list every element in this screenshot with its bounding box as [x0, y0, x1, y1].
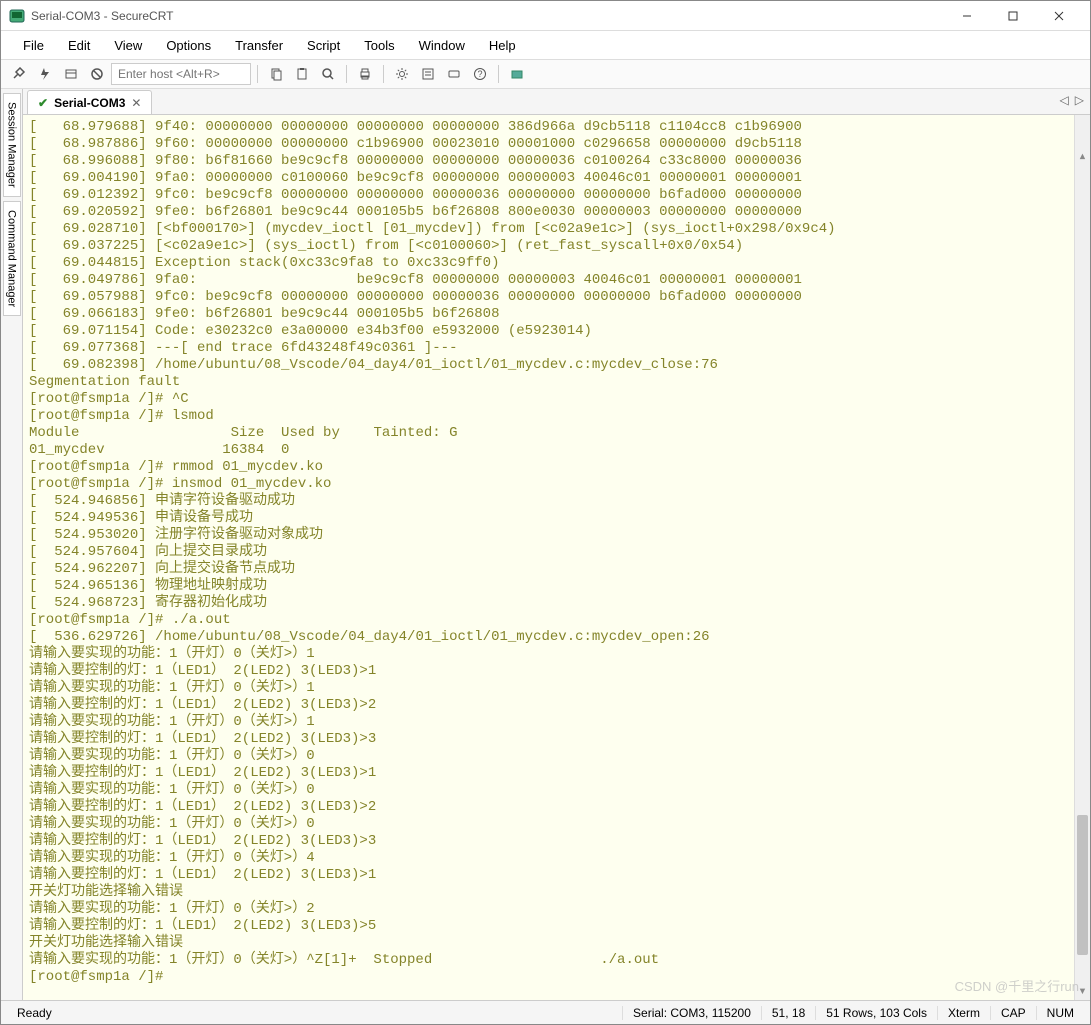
maximize-button[interactable] [990, 1, 1036, 31]
minimize-button[interactable] [944, 1, 990, 31]
keymap-icon[interactable] [442, 62, 466, 86]
window-title: Serial-COM3 - SecureCRT [31, 9, 944, 23]
tab-bar: ✔ Serial-COM3 ✕ ◁ ▷ [23, 89, 1090, 115]
status-dims: 51 Rows, 103 Cols [816, 1006, 938, 1020]
scroll-down-icon[interactable]: ▾ [1075, 984, 1090, 1000]
settings-icon[interactable] [390, 62, 414, 86]
check-icon: ✔ [38, 96, 48, 110]
toolbar-separator [257, 65, 258, 83]
status-ready: Ready [7, 1006, 623, 1020]
status-pos: 51, 18 [762, 1006, 816, 1020]
menu-options[interactable]: Options [156, 34, 221, 57]
status-emu: Xterm [938, 1006, 991, 1020]
close-tab-icon[interactable]: ✕ [131, 96, 141, 110]
session-manager-tab[interactable]: Session Manager [3, 93, 21, 197]
terminal-content: [ 68.979688] 9f40: 00000000 00000000 000… [29, 119, 1084, 986]
scroll-thumb[interactable] [1077, 815, 1088, 955]
host-input[interactable] [111, 63, 251, 85]
menu-help[interactable]: Help [479, 34, 526, 57]
menu-window[interactable]: Window [409, 34, 475, 57]
scroll-up-icon[interactable]: ▴ [1075, 149, 1090, 165]
connect-icon[interactable] [7, 62, 31, 86]
terminal[interactable]: [ 68.979688] 9f40: 00000000 00000000 000… [23, 115, 1090, 1000]
app-window: Serial-COM3 - SecureCRT File Edit View O… [0, 0, 1091, 1025]
properties-icon[interactable] [416, 62, 440, 86]
menu-edit[interactable]: Edit [58, 34, 100, 57]
command-manager-tab[interactable]: Command Manager [3, 201, 21, 316]
session-tab[interactable]: ✔ Serial-COM3 ✕ [27, 90, 152, 114]
disconnect-icon[interactable] [85, 62, 109, 86]
menu-transfer[interactable]: Transfer [225, 34, 293, 57]
menu-script[interactable]: Script [297, 34, 350, 57]
tab-label: Serial-COM3 [54, 96, 125, 110]
status-num: NUM [1037, 1006, 1084, 1020]
scrollbar[interactable]: ▴ ▾ [1074, 115, 1090, 1000]
menu-file[interactable]: File [13, 34, 54, 57]
tab-next-icon[interactable]: ▷ [1075, 93, 1084, 107]
titlebar: Serial-COM3 - SecureCRT [1, 1, 1090, 31]
toolbar-separator [498, 65, 499, 83]
status-serial: Serial: COM3, 115200 [623, 1006, 762, 1020]
reconnect-icon[interactable] [59, 62, 83, 86]
toolbar: ? [1, 59, 1090, 89]
menu-tools[interactable]: Tools [354, 34, 404, 57]
app-icon [9, 8, 25, 24]
status-cap: CAP [991, 1006, 1037, 1020]
menubar: File Edit View Options Transfer Script T… [1, 31, 1090, 59]
paste-icon[interactable] [290, 62, 314, 86]
sftp-icon[interactable] [505, 62, 529, 86]
menu-view[interactable]: View [104, 34, 152, 57]
copy-icon[interactable] [264, 62, 288, 86]
print-icon[interactable] [353, 62, 377, 86]
statusbar: Ready Serial: COM3, 115200 51, 18 51 Row… [1, 1000, 1090, 1024]
help-icon[interactable]: ? [468, 62, 492, 86]
quick-connect-icon[interactable] [33, 62, 57, 86]
toolbar-separator [346, 65, 347, 83]
tab-prev-icon[interactable]: ◁ [1060, 93, 1069, 107]
close-button[interactable] [1036, 1, 1082, 31]
sidebar: Session Manager Command Manager [1, 89, 23, 1000]
toolbar-separator [383, 65, 384, 83]
svg-text:?: ? [477, 69, 482, 79]
find-icon[interactable] [316, 62, 340, 86]
